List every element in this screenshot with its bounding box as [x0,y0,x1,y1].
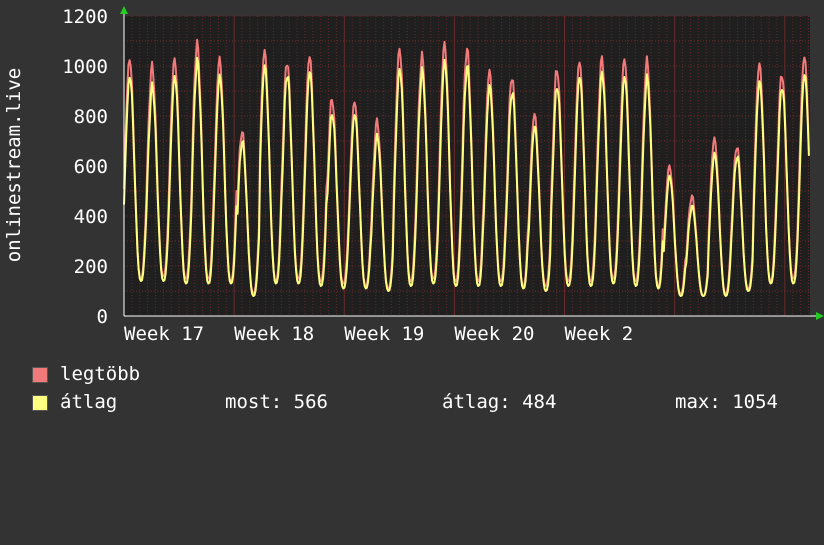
y-tick-label: 200 [74,256,108,278]
traffic-chart: 0 200 400 600 800 1000 1200 Week 17 Week 18 Week … [3,6,824,345]
y-tick-label: 800 [74,106,108,128]
legend-label-avg: átlag [60,391,118,413]
x-tick-label: Week 2 [565,323,634,345]
graph-panel: 0 200 400 600 800 1000 1200 Week 17 Week 18 Week … [0,0,824,430]
x-axis-arrow [816,312,824,320]
legend-label-max: legtöbb [60,363,141,385]
y-tick-label: 1200 [62,6,108,28]
stat-average: átlag: 484 [442,391,557,413]
x-tick-label: Week 17 [124,323,204,345]
y-tick-label: 0 [97,306,108,328]
y-tick-label: 600 [74,156,108,178]
legend-swatch-max [32,367,48,383]
y-axis-arrow [120,6,128,14]
stat-current: most: 566 [225,391,328,413]
y-tick-label: 1000 [62,56,108,78]
y-tick-label: 400 [74,206,108,228]
x-tick-label: Week 20 [454,323,534,345]
legend-swatch-avg [32,395,48,411]
x-tick-label: Week 19 [344,323,424,345]
x-tick-label: Week 18 [234,323,314,345]
stat-maximum: max: 1054 [675,391,778,413]
y-axis-label: onlinestream.live [3,68,25,262]
legend-row-max: legtöbb [30,363,330,385]
legend-row-avg: átlag most: 566 átlag: 484 max: 1054 [30,391,820,413]
